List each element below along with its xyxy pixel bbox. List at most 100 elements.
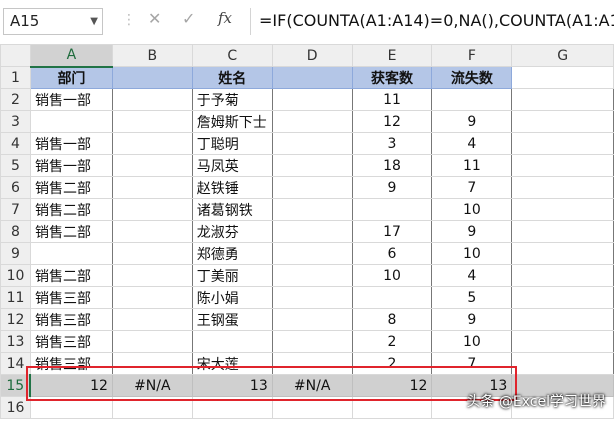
cell-a12[interactable]: 销售三部: [29, 308, 113, 331]
cell-f14[interactable]: 7: [431, 352, 513, 375]
row-header-1[interactable]: 1: [0, 66, 31, 89]
cell-a1[interactable]: 部门: [29, 66, 113, 89]
cell-c15[interactable]: 13: [191, 374, 273, 397]
cell-d13[interactable]: [271, 330, 353, 353]
cell-b13[interactable]: [111, 330, 193, 353]
name-box[interactable]: A15 ▼: [3, 8, 103, 35]
cell-g8[interactable]: [511, 220, 614, 243]
cell-e16[interactable]: [351, 396, 433, 419]
row-header-4[interactable]: 4: [0, 132, 31, 155]
chevron-down-icon[interactable]: ▼: [90, 9, 98, 34]
cell-a14[interactable]: 销售三部: [29, 352, 113, 375]
cell-b15[interactable]: #N/A: [111, 374, 193, 397]
cell-c6[interactable]: 赵铁锤: [191, 176, 273, 199]
cell-a11[interactable]: 销售三部: [29, 286, 113, 309]
cell-f13[interactable]: 10: [431, 330, 513, 353]
row-header-7[interactable]: 7: [0, 198, 31, 221]
cell-c1[interactable]: 姓名: [191, 66, 273, 89]
cell-b14[interactable]: [111, 352, 193, 375]
cell-e3[interactable]: 12: [351, 110, 433, 133]
row-header-11[interactable]: 11: [0, 286, 31, 309]
cell-f9[interactable]: 10: [431, 242, 513, 265]
cell-g6[interactable]: [511, 176, 614, 199]
cell-e6[interactable]: 9: [351, 176, 433, 199]
cell-e12[interactable]: 8: [351, 308, 433, 331]
cell-b4[interactable]: [111, 132, 193, 155]
cell-e15[interactable]: 12: [351, 374, 433, 397]
cell-c5[interactable]: 马凤英: [191, 154, 273, 177]
cell-g3[interactable]: [511, 110, 614, 133]
row-header-16[interactable]: 16: [0, 396, 31, 419]
cell-g2[interactable]: [511, 88, 614, 111]
cell-c3[interactable]: 詹姆斯下士: [191, 110, 273, 133]
column-header-g[interactable]: G: [511, 44, 614, 67]
cancel-icon[interactable]: ✕: [148, 9, 161, 28]
cell-c12[interactable]: 王钢蛋: [191, 308, 273, 331]
row-header-6[interactable]: 6: [0, 176, 31, 199]
cell-d16[interactable]: [271, 396, 353, 419]
cell-b1[interactable]: [111, 66, 193, 89]
row-header-14[interactable]: 14: [0, 352, 31, 375]
cell-b5[interactable]: [111, 154, 193, 177]
cell-b9[interactable]: [111, 242, 193, 265]
cell-f7[interactable]: 10: [431, 198, 513, 221]
cell-e8[interactable]: 17: [351, 220, 433, 243]
row-header-10[interactable]: 10: [0, 264, 31, 287]
cell-d9[interactable]: [271, 242, 353, 265]
cell-f6[interactable]: 7: [431, 176, 513, 199]
cell-g1[interactable]: [511, 66, 614, 89]
cell-a13[interactable]: 销售三部: [29, 330, 113, 353]
cell-c11[interactable]: 陈小娟: [191, 286, 273, 309]
cell-f5[interactable]: 11: [431, 154, 513, 177]
insert-function-icon[interactable]: fx: [218, 9, 232, 27]
cell-a7[interactable]: 销售二部: [29, 198, 113, 221]
cell-e13[interactable]: 2: [351, 330, 433, 353]
cell-f4[interactable]: 4: [431, 132, 513, 155]
cell-e9[interactable]: 6: [351, 242, 433, 265]
cell-b3[interactable]: [111, 110, 193, 133]
cell-c14[interactable]: 宋大莲: [191, 352, 273, 375]
cell-e11[interactable]: [351, 286, 433, 309]
cell-g11[interactable]: [511, 286, 614, 309]
cell-b11[interactable]: [111, 286, 193, 309]
cell-d3[interactable]: [271, 110, 353, 133]
cell-b12[interactable]: [111, 308, 193, 331]
row-header-8[interactable]: 8: [0, 220, 31, 243]
cell-d10[interactable]: [271, 264, 353, 287]
enter-icon[interactable]: ✓: [182, 9, 195, 28]
cell-a8[interactable]: 销售二部: [29, 220, 113, 243]
cell-a9[interactable]: [29, 242, 113, 265]
cell-a2[interactable]: 销售一部: [29, 88, 113, 111]
cell-b7[interactable]: [111, 198, 193, 221]
cell-c2[interactable]: 于予菊: [191, 88, 273, 111]
row-header-15[interactable]: 15: [0, 374, 32, 397]
cell-b16[interactable]: [111, 396, 193, 419]
cell-a4[interactable]: 销售一部: [29, 132, 113, 155]
cell-g14[interactable]: [511, 352, 614, 375]
cell-d15[interactable]: #N/A: [271, 374, 353, 397]
cell-c8[interactable]: 龙淑芬: [191, 220, 273, 243]
cell-g7[interactable]: [511, 198, 614, 221]
cell-b6[interactable]: [111, 176, 193, 199]
cell-a16[interactable]: [29, 396, 113, 419]
column-header-c[interactable]: C: [191, 44, 273, 67]
row-header-3[interactable]: 3: [0, 110, 31, 133]
cell-f8[interactable]: 9: [431, 220, 513, 243]
cell-b10[interactable]: [111, 264, 193, 287]
row-header-9[interactable]: 9: [0, 242, 31, 265]
cell-e10[interactable]: 10: [351, 264, 433, 287]
cell-g9[interactable]: [511, 242, 614, 265]
row-header-13[interactable]: 13: [0, 330, 31, 353]
cell-e14[interactable]: 2: [351, 352, 433, 375]
cell-d7[interactable]: [271, 198, 353, 221]
cell-e4[interactable]: 3: [351, 132, 433, 155]
cell-d11[interactable]: [271, 286, 353, 309]
column-header-f[interactable]: F: [431, 44, 513, 67]
cell-f2[interactable]: [431, 88, 513, 111]
cell-d12[interactable]: [271, 308, 353, 331]
cell-a10[interactable]: 销售二部: [29, 264, 113, 287]
cell-e7[interactable]: [351, 198, 433, 221]
select-all-corner[interactable]: [0, 44, 31, 67]
cell-g4[interactable]: [511, 132, 614, 155]
cell-f11[interactable]: 5: [431, 286, 513, 309]
